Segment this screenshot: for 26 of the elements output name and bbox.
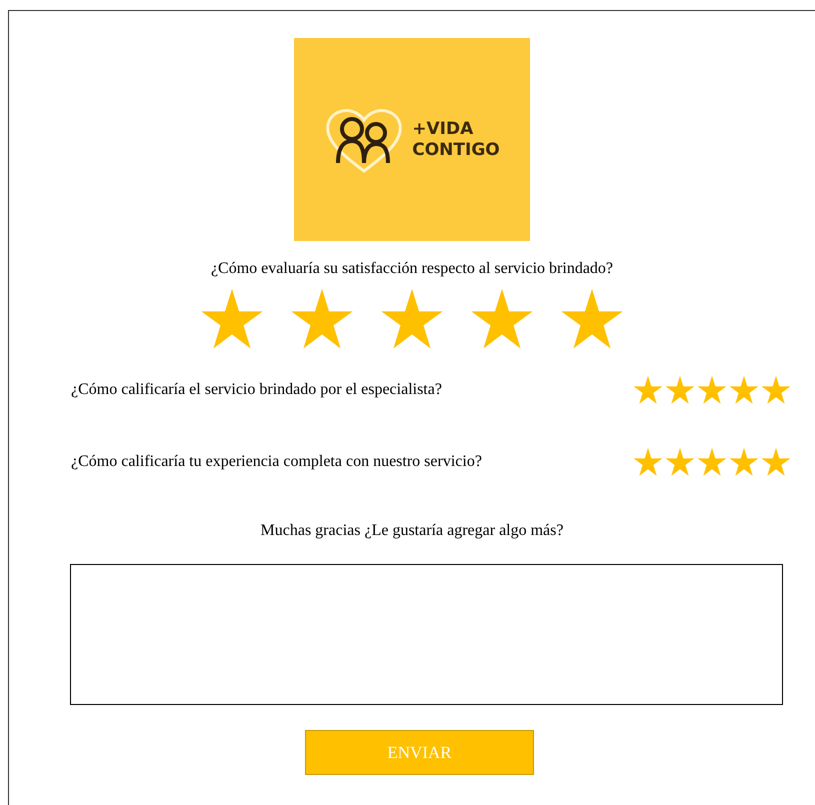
star-icon[interactable] (729, 375, 759, 405)
star-icon[interactable] (380, 287, 444, 351)
star-icon[interactable] (470, 287, 534, 351)
star-rating[interactable] (633, 447, 791, 477)
star-icon[interactable] (665, 375, 695, 405)
question-text: ¿Cómo evaluaría su satisfacción respecto al servicio brindado? (210, 259, 614, 279)
star-icon[interactable] (697, 447, 727, 477)
send-button[interactable]: ENVIAR (305, 730, 534, 775)
star-icon[interactable] (761, 375, 791, 405)
star-icon[interactable] (665, 447, 695, 477)
star-icon[interactable] (633, 375, 663, 405)
star-rating[interactable] (633, 375, 791, 405)
logo-text: +VIDA (412, 120, 474, 138)
star-icon[interactable] (729, 447, 759, 477)
star-icon[interactable] (761, 447, 791, 477)
question-text: ¿Cómo calificaría tu experiencia completa con nuestro servicio? (71, 452, 482, 472)
comment-field[interactable] (70, 564, 783, 705)
star-icon[interactable] (560, 287, 624, 351)
star-icon[interactable] (200, 287, 264, 351)
logo-text: CONTIGO (412, 142, 500, 158)
star-icon[interactable] (697, 375, 727, 405)
prompt-text: Muchas gracias ¿Le gustaría agregar algo más? (260, 521, 564, 541)
question-text: ¿Cómo calificaría el servicio brindado por el especialista? (71, 380, 442, 400)
star-icon[interactable] (290, 287, 354, 351)
star-icon[interactable] (633, 447, 663, 477)
star-rating[interactable] (200, 287, 624, 351)
